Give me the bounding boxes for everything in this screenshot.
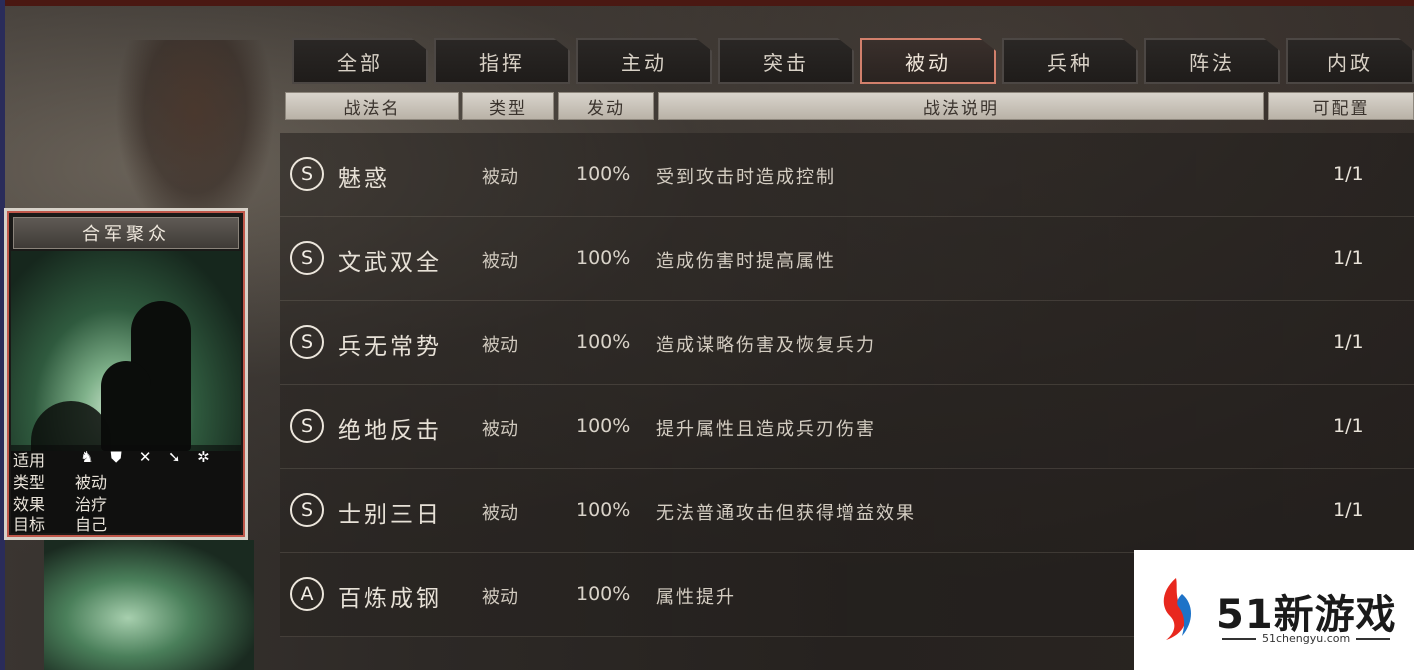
tab-active[interactable]: 主动 [576, 38, 712, 84]
watermark-url: 51chengyu.com [1216, 632, 1396, 645]
info-target-value: 自己 [75, 515, 108, 534]
grade-badge: S [290, 241, 324, 275]
tactic-config: 1/1 [1333, 163, 1364, 185]
crowd-silhouette [31, 401, 111, 451]
tab-all[interactable]: 全部 [292, 38, 428, 84]
tactic-description: 属性提升 [656, 587, 736, 608]
cavalry-icon: ♞ [80, 448, 94, 466]
unit-icons: ♞ ⛊ ✕ ➘ ✲ [75, 447, 215, 466]
tactic-config: 1/1 [1333, 331, 1364, 353]
tab-assault[interactable]: 突击 [718, 38, 854, 84]
tactic-name: 魅惑 [338, 166, 390, 192]
tactic-type: 被动 [482, 251, 518, 272]
card-artwork [11, 251, 241, 451]
tactic-type: 被动 [482, 503, 518, 524]
tactic-rate: 100% [576, 247, 631, 269]
tactic-type: 被动 [482, 419, 518, 440]
grade-badge: S [290, 409, 324, 443]
tactic-config: 1/1 [1333, 415, 1364, 437]
tactic-name: 文武双全 [338, 250, 442, 276]
card-title: 合军聚众 [13, 217, 239, 249]
tactic-description: 无法普通攻击但获得增益效果 [656, 503, 916, 524]
tactic-name: 百炼成钢 [338, 586, 442, 612]
header-description: 战法说明 [658, 92, 1264, 120]
tab-formation[interactable]: 阵法 [1144, 38, 1280, 84]
shield-icon: ⛊ [110, 448, 122, 466]
tactic-row[interactable]: S 文武双全 被动 100% 造成伤害时提高属性 1/1 [280, 217, 1414, 301]
tactic-row[interactable]: S 兵无常势 被动 100% 造成谋略伤害及恢复兵力 1/1 [280, 301, 1414, 385]
header-config[interactable]: 可配置 [1268, 92, 1414, 120]
table-header: 战法名 类型 发动 战法说明 可配置 [285, 92, 1414, 120]
tactic-description: 提升属性且造成兵刃伤害 [656, 419, 876, 440]
tactic-name: 士别三日 [338, 502, 442, 528]
info-target-label: 目标 [13, 515, 46, 534]
tactic-name: 绝地反击 [338, 418, 442, 444]
tactic-description: 受到攻击时造成控制 [656, 167, 836, 188]
tactic-config: 1/1 [1333, 499, 1364, 521]
header-name[interactable]: 战法名 [285, 92, 459, 120]
tab-internal-affairs[interactable]: 内政 [1286, 38, 1414, 84]
grade-badge: A [290, 577, 324, 611]
category-tabs: 全部 指挥 主动 突击 被动 兵种 阵法 内政 [292, 38, 1414, 88]
tactic-row[interactable]: S 士别三日 被动 100% 无法普通攻击但获得增益效果 1/1 [280, 469, 1414, 553]
siege-wheel-icon: ✲ [197, 448, 210, 466]
top-border [0, 0, 1414, 6]
grade-badge: S [290, 493, 324, 527]
tab-command[interactable]: 指挥 [434, 38, 570, 84]
tactic-type: 被动 [482, 587, 518, 608]
header-trigger[interactable]: 发动 [558, 92, 654, 120]
tactic-rate: 100% [576, 163, 631, 185]
tactic-rate: 100% [576, 583, 631, 605]
tactic-row[interactable]: S 魅惑 被动 100% 受到攻击时造成控制 1/1 [280, 133, 1414, 217]
spear-icon: ➘ [167, 448, 181, 466]
info-use-label: 适用 [13, 451, 46, 470]
watermark-logo-icon [1163, 578, 1191, 640]
tactic-type: 被动 [482, 167, 518, 188]
card-info: 适用 ♞ ⛊ ✕ ➘ ✲ 类型 被动 效果 治疗 目标 自己 [11, 445, 241, 534]
tab-passive[interactable]: 被动 [860, 38, 996, 84]
info-type-value: 被动 [75, 473, 108, 492]
bow-icon: ✕ [138, 448, 152, 466]
tactic-config: 1/1 [1333, 247, 1364, 269]
tactic-description: 造成谋略伤害及恢复兵力 [656, 335, 876, 356]
tactic-rate: 100% [576, 499, 631, 521]
tactic-rate: 100% [576, 415, 631, 437]
tab-troop[interactable]: 兵种 [1002, 38, 1138, 84]
grade-badge: S [290, 157, 324, 191]
tactic-row[interactable]: S 绝地反击 被动 100% 提升属性且造成兵刃伤害 1/1 [280, 385, 1414, 469]
tactic-detail-card[interactable]: 合军聚众 适用 ♞ ⛊ ✕ ➘ ✲ 类型 被动 效果 治疗 目标 自己 [4, 208, 248, 540]
watermark: 51新游戏 51chengyu.com [1134, 550, 1414, 670]
header-type[interactable]: 类型 [462, 92, 554, 120]
tactic-rate: 100% [576, 331, 631, 353]
card-art-continuation [44, 540, 254, 670]
tactic-type: 被动 [482, 335, 518, 356]
grade-badge: S [290, 325, 324, 359]
tactic-name: 兵无常势 [338, 334, 442, 360]
info-type-label: 类型 [13, 473, 46, 492]
tactic-description: 造成伤害时提高属性 [656, 251, 836, 272]
